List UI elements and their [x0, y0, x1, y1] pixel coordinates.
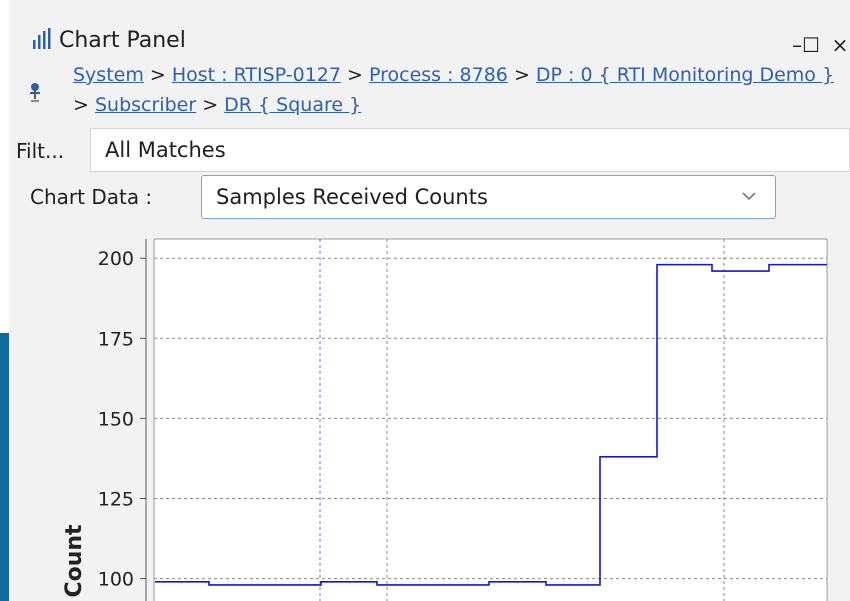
breadcrumb-link[interactable]: Subscriber: [95, 94, 196, 116]
y-tick-label: 175: [98, 328, 134, 350]
breadcrumb-separator: >: [347, 64, 363, 86]
breadcrumb-separator: >: [513, 64, 530, 86]
y-tick-label: 125: [98, 488, 134, 510]
breadcrumb-separator: >: [149, 64, 166, 86]
window-title: Chart Panel: [59, 28, 186, 53]
y-tick-label: 150: [98, 408, 134, 430]
breadcrumb-link[interactable]: Host : RTISP-0127: [172, 64, 341, 86]
breadcrumb-link[interactable]: DR { Square }: [224, 94, 361, 116]
bar-chart-icon: [33, 28, 51, 49]
samples-chart: 100 125 150 175 200 Count: [62, 238, 828, 601]
title-bar: Chart Panel – ☐ ×: [9, 12, 850, 57]
y-tick-label: 100: [98, 569, 134, 591]
breadcrumb-link[interactable]: DP : 0 { RTI Monitoring Demo }: [536, 64, 834, 86]
breadcrumb: System > Host : RTISP-0127 > Process : 8…: [73, 60, 843, 120]
left-edge-accent: [0, 333, 9, 601]
breadcrumb-separator: >: [202, 94, 219, 116]
chart-data-select[interactable]: Samples Received Counts: [201, 175, 776, 219]
app-root: Chart Panel – ☐ × System > Host : RTISP-…: [0, 0, 850, 601]
y-tick-label: 200: [98, 248, 134, 270]
breadcrumb-link[interactable]: System: [73, 64, 144, 86]
y-axis-title: Count: [62, 524, 87, 598]
maximize-button[interactable]: ☐: [798, 32, 824, 58]
breadcrumb-separator: >: [73, 94, 89, 116]
pin-icon[interactable]: [27, 81, 43, 105]
chart-data-select-value: Samples Received Counts: [216, 185, 488, 209]
plot-area: [154, 239, 827, 601]
close-button[interactable]: ×: [827, 32, 850, 58]
chevron-down-icon: [742, 192, 756, 201]
filter-input[interactable]: All Matches: [90, 128, 850, 172]
breadcrumb-link[interactable]: Process : 8786: [369, 64, 508, 86]
chart-data-label: Chart Data :: [30, 185, 153, 209]
filter-label: Filt...: [16, 139, 65, 163]
chart-panel: Chart Panel – ☐ × System > Host : RTISP-…: [9, 0, 850, 601]
